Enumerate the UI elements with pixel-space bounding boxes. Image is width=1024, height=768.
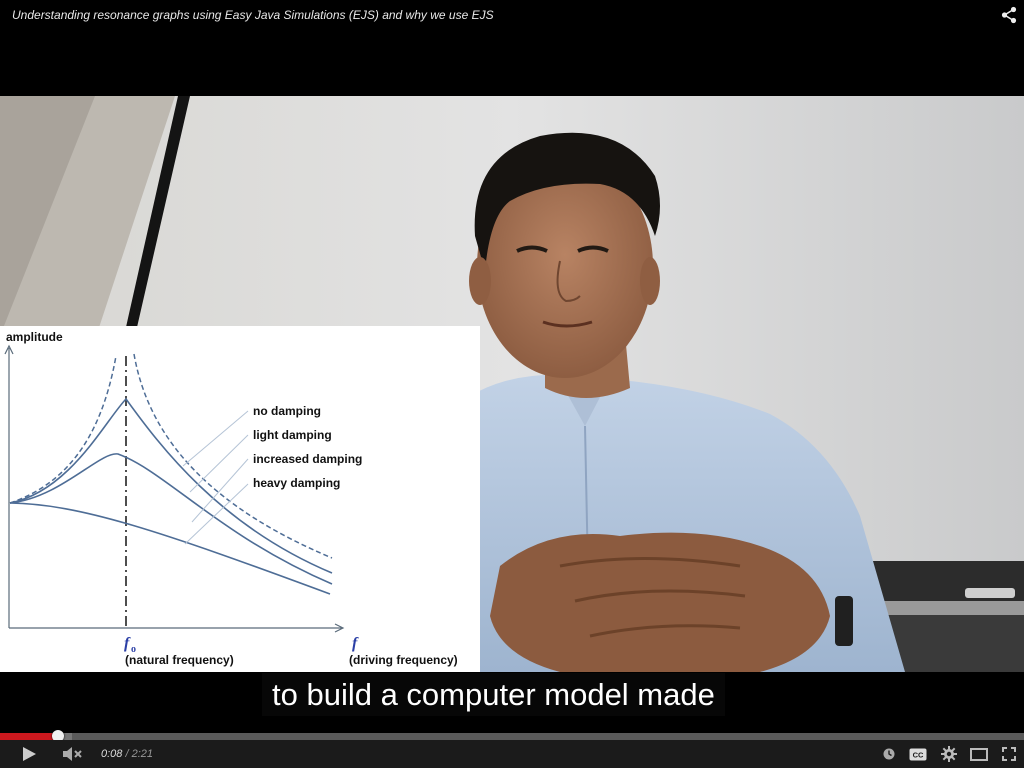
legend-light-damping: light damping xyxy=(253,428,332,442)
control-bar: 0:08 / 2:21 CC xyxy=(0,740,1024,768)
legend-increased-damping: increased damping xyxy=(253,452,362,466)
video-frame[interactable]: amplitude no damping light damping incre… xyxy=(0,96,1024,672)
play-icon[interactable] xyxy=(14,740,44,768)
video-player[interactable]: Understanding resonance graphs using Eas… xyxy=(0,0,1024,768)
no-damping-curve xyxy=(9,355,117,504)
volume-muted-icon[interactable] xyxy=(58,740,88,768)
captions-icon[interactable]: CC xyxy=(906,740,930,768)
time-separator: / xyxy=(122,748,132,760)
time-display: 0:08 / 2:21 xyxy=(101,740,153,768)
title-bar: Understanding resonance graphs using Eas… xyxy=(0,0,1024,34)
fullscreen-icon[interactable] xyxy=(998,740,1020,768)
theater-mode-icon[interactable] xyxy=(968,740,990,768)
progress-bar[interactable] xyxy=(0,733,1024,740)
duration: 2:21 xyxy=(131,748,154,760)
driving-frequency-label: (driving frequency) xyxy=(349,653,458,667)
y-axis-label: amplitude xyxy=(6,330,63,344)
f0-label: f xyxy=(124,635,131,652)
natural-frequency-label: (natural frequency) xyxy=(125,653,234,667)
subtitle-caption: to build a computer model made xyxy=(262,673,725,716)
resonance-graph-slide: amplitude no damping light damping incre… xyxy=(0,326,480,672)
video-title[interactable]: Understanding resonance graphs using Eas… xyxy=(12,8,494,22)
current-time: 0:08 xyxy=(101,748,123,760)
f-label: f xyxy=(352,635,359,652)
watch-later-icon[interactable] xyxy=(880,740,898,768)
share-icon[interactable] xyxy=(1000,6,1018,24)
progress-played xyxy=(0,733,59,740)
increased-damping-curve xyxy=(9,453,333,585)
legend-heavy-damping: heavy damping xyxy=(253,476,340,490)
legend-no-damping: no damping xyxy=(253,404,321,418)
gear-icon[interactable] xyxy=(938,740,960,768)
svg-text:CC: CC xyxy=(913,750,924,759)
